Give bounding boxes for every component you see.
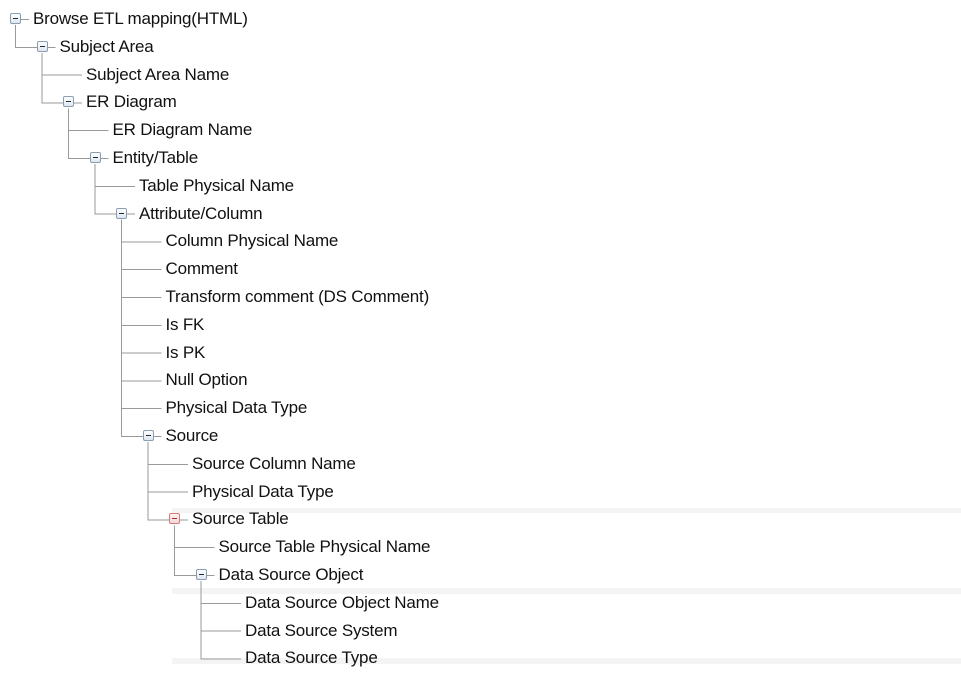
tree-node-label: Browse ETL mapping(HTML)	[33, 9, 248, 28]
tree-node-physical-data-type[interactable]: Physical Data Type	[0, 396, 961, 420]
tree-node-transform-comment-ds-comment[interactable]: Transform comment (DS Comment)	[0, 285, 961, 309]
tree-node-er-diagram-name[interactable]: ER Diagram Name	[0, 118, 961, 142]
tree-node-label: Subject Area	[59, 36, 154, 56]
tree-node-label: Data Source Object Name	[245, 592, 439, 612]
tree-node-label: Comment	[165, 259, 238, 279]
tree-node-label: Subject Area Name	[86, 64, 230, 84]
collapse-icon[interactable]	[142, 430, 154, 441]
tree-node-label: Column Physical Name	[165, 231, 339, 251]
tree-node-label: ER Diagram Name	[112, 120, 253, 140]
collapse-icon[interactable]	[169, 513, 180, 525]
tree-node-label: Source Table Physical Name	[218, 537, 431, 557]
tree-node-label: Table Physical Name	[139, 175, 294, 195]
tree-node-attribute-column[interactable]: Attribute/Column	[0, 202, 961, 226]
tree-node-source[interactable]: Source	[0, 424, 961, 448]
tree-node-physical-data-type[interactable]: Physical Data Type	[0, 480, 961, 504]
tree-node-label: Source Table	[192, 509, 289, 529]
tree-node-label: Source	[165, 426, 219, 445]
tree-node-label: Source Column Name	[192, 453, 356, 473]
tree-node-label: Physical Data Type	[192, 481, 334, 501]
collapse-icon[interactable]	[195, 569, 207, 580]
tree-node-label: Is FK	[165, 314, 205, 334]
tree-node-label: Is PK	[165, 342, 206, 362]
tree-node-label: Transform comment (DS Comment)	[165, 287, 430, 306]
tree-node-null-option[interactable]: Null Option	[0, 368, 961, 392]
tree-node-column-physical-name[interactable]: Column Physical Name	[0, 229, 961, 253]
tree-node-source-column-name[interactable]: Source Column Name	[0, 452, 961, 476]
tree-node-comment[interactable]: Comment	[0, 257, 961, 281]
tree-node-data-source-type[interactable]: Data Source Type	[0, 646, 961, 670]
tree-node-entity-table[interactable]: Entity/Table	[0, 146, 961, 170]
tree-node-data-source-object[interactable]: Data Source Object	[0, 563, 961, 587]
tree-node-label: Physical Data Type	[165, 398, 308, 418]
collapse-icon[interactable]	[36, 40, 48, 52]
tree-node-label: Data Source System	[245, 620, 398, 640]
tree-node-label: Data Source Type	[245, 648, 378, 668]
tree-node-is-pk[interactable]: Is PK	[0, 341, 961, 365]
tree-node-data-source-system[interactable]: Data Source System	[0, 619, 961, 643]
tree-node-is-fk[interactable]: Is FK	[0, 313, 961, 337]
tree-node-source-table-physical-name[interactable]: Source Table Physical Name	[0, 535, 961, 559]
tree-node-source-table[interactable]: Source Table	[0, 507, 961, 531]
collapse-icon[interactable]	[116, 207, 127, 219]
tree-node-label: Entity/Table	[112, 148, 199, 167]
collapse-icon[interactable]	[89, 152, 101, 163]
tree-node-subject-area[interactable]: Subject Area	[0, 35, 961, 59]
tree-node-data-source-object-name[interactable]: Data Source Object Name	[0, 591, 961, 615]
tree-node-label: Null Option	[165, 370, 248, 390]
tree-node-er-diagram[interactable]: ER Diagram	[0, 90, 961, 114]
tree-node-table-physical-name[interactable]: Table Physical Name	[0, 174, 961, 198]
etl-mapping-tree: Browse ETL mapping(HTML) Subject Area Subj…	[0, 0, 961, 677]
tree-node-label: Data Source Object	[218, 565, 364, 584]
tree-node-browse-etl-mapping-html[interactable]: Browse ETL mapping(HTML)	[0, 7, 961, 31]
collapse-icon[interactable]	[10, 13, 21, 24]
tree-node-subject-area-name[interactable]: Subject Area Name	[0, 63, 961, 87]
tree-node-label: ER Diagram	[86, 92, 177, 112]
collapse-icon[interactable]	[63, 96, 74, 108]
tree-node-label: Attribute/Column	[139, 203, 263, 223]
